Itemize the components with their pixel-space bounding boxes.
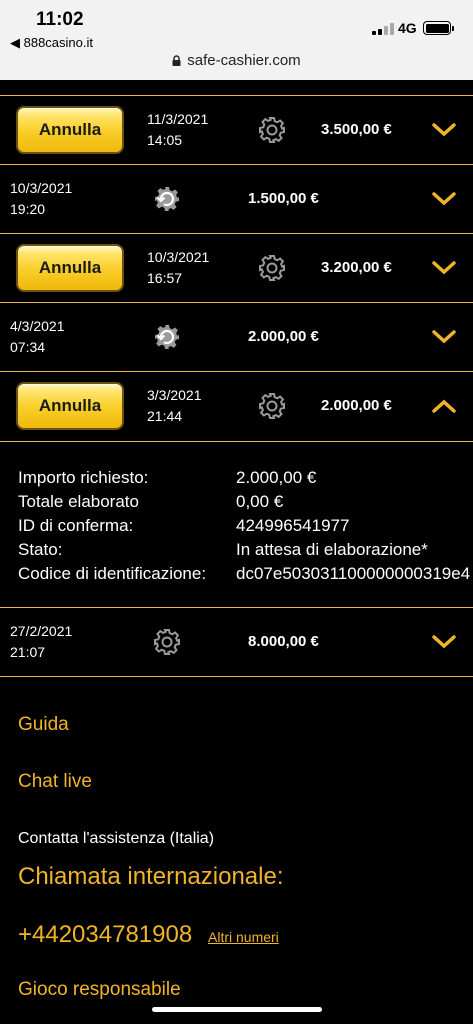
responsible-gaming-link[interactable]: Gioco responsabile (18, 979, 181, 1001)
status-time: 11:02 (36, 9, 84, 30)
detail-label: Importo richiesto: (18, 468, 149, 487)
cancel-button[interactable]: Annulla (16, 244, 124, 292)
divider (0, 676, 473, 677)
phone-number-link[interactable]: +442034781908 (18, 921, 192, 949)
chevron-down-icon[interactable] (432, 329, 456, 345)
transaction-datetime: 11/3/2021 14:05 (147, 109, 208, 151)
transaction-amount: 3.500,00 € (321, 121, 392, 138)
transaction-amount: 2.000,00 € (248, 328, 319, 345)
detail-label: Stato: (18, 540, 63, 559)
detail-value: 0,00 € (236, 492, 284, 511)
contact-support-label: Contatta l'assistenza (Italia) (18, 830, 215, 847)
transaction-date: 27/2/2021 (10, 623, 73, 639)
transaction-amount: 2.000,00 € (321, 397, 392, 414)
url-text: safe-cashier.com (187, 52, 301, 69)
url-bar[interactable]: safe-cashier.com (0, 52, 473, 69)
transaction-time: 16:57 (147, 270, 183, 286)
network-type: 4G (398, 20, 417, 36)
transaction-row[interactable]: 4/3/2021 07:34 2.000,00 € (0, 303, 473, 371)
transaction-date: 10/3/2021 (10, 180, 73, 196)
detail-value: 2.000,00 € (236, 468, 317, 487)
battery-icon (423, 21, 454, 35)
transaction-amount: 8.000,00 € (248, 633, 319, 650)
international-call-label: Chiamata internazionale: (18, 863, 284, 890)
gear-icon (259, 393, 285, 419)
other-numbers-link[interactable]: Altri numeri (208, 929, 279, 945)
detail-value: In attesa di elaborazione* (236, 540, 428, 559)
signal-icon (372, 23, 394, 35)
back-to-app-link[interactable]: ◀ 888casino.it (10, 35, 93, 51)
gear-icon (259, 255, 285, 281)
chevron-down-icon[interactable] (432, 634, 456, 650)
divider (0, 441, 473, 442)
transaction-row[interactable]: Annulla 10/3/2021 16:57 3.200,00 € (0, 234, 473, 302)
transaction-time: 07:34 (10, 339, 46, 355)
reverse-icon (155, 187, 179, 211)
transaction-time: 19:20 (10, 201, 46, 217)
detail-value: dc07e5030311000000003​19e4 (236, 564, 471, 583)
transaction-amount: 1.500,00 € (248, 190, 319, 207)
home-indicator[interactable] (152, 1007, 322, 1012)
chevron-down-icon[interactable] (432, 122, 456, 138)
chevron-down-icon[interactable] (432, 191, 456, 207)
chat-live-link[interactable]: Chat live (18, 771, 92, 793)
gear-icon (259, 117, 285, 143)
transaction-date: 11/3/2021 (147, 111, 209, 127)
transaction-date: 10/3/2021 (147, 249, 210, 265)
detail-value: 424996541977 (236, 516, 350, 535)
transaction-date: 4/3/2021 (10, 318, 65, 334)
transaction-amount: 3.200,00 € (321, 259, 392, 276)
detail-label: Codice di identificazione: (18, 564, 207, 583)
transaction-datetime: 10/3/2021 16:57 (147, 247, 209, 289)
transaction-date: 3/3/2021 (147, 387, 202, 403)
transaction-row[interactable]: Annulla 3/3/2021 21:44 2.000,00 € (0, 372, 473, 440)
help-link[interactable]: Guida (18, 714, 69, 736)
cancel-button[interactable]: Annulla (16, 106, 124, 154)
transaction-time: 21:07 (10, 644, 46, 660)
transaction-datetime: 27/2/2021 21:07 (10, 621, 72, 663)
cancel-button[interactable]: Annulla (16, 382, 124, 430)
transaction-datetime: 3/3/2021 21:44 (147, 385, 202, 427)
detail-label: Totale elaborato (18, 492, 139, 511)
reverse-icon (155, 325, 179, 349)
lock-icon (172, 53, 181, 66)
transaction-time: 14:05 (147, 132, 183, 148)
transaction-time: 21:44 (147, 408, 183, 424)
browser-top-bar: 11:02 ◀ 888casino.it 4G safe-cashier.com (0, 0, 473, 80)
transaction-datetime: 10/3/2021 19:20 (10, 178, 72, 220)
transaction-datetime: 4/3/2021 07:34 (10, 316, 65, 358)
gear-icon (154, 629, 180, 655)
transaction-row[interactable]: 10/3/2021 19:20 1.500,00 € (0, 165, 473, 233)
chevron-down-icon[interactable] (432, 260, 456, 276)
detail-label: ID di conferma: (18, 516, 134, 535)
transaction-row[interactable]: 27/2/2021 21:07 8.000,00 € (0, 608, 473, 676)
chevron-up-icon[interactable] (432, 398, 456, 414)
transaction-row[interactable]: Annulla 11/3/2021 14:05 3.500,00 € (0, 96, 473, 164)
